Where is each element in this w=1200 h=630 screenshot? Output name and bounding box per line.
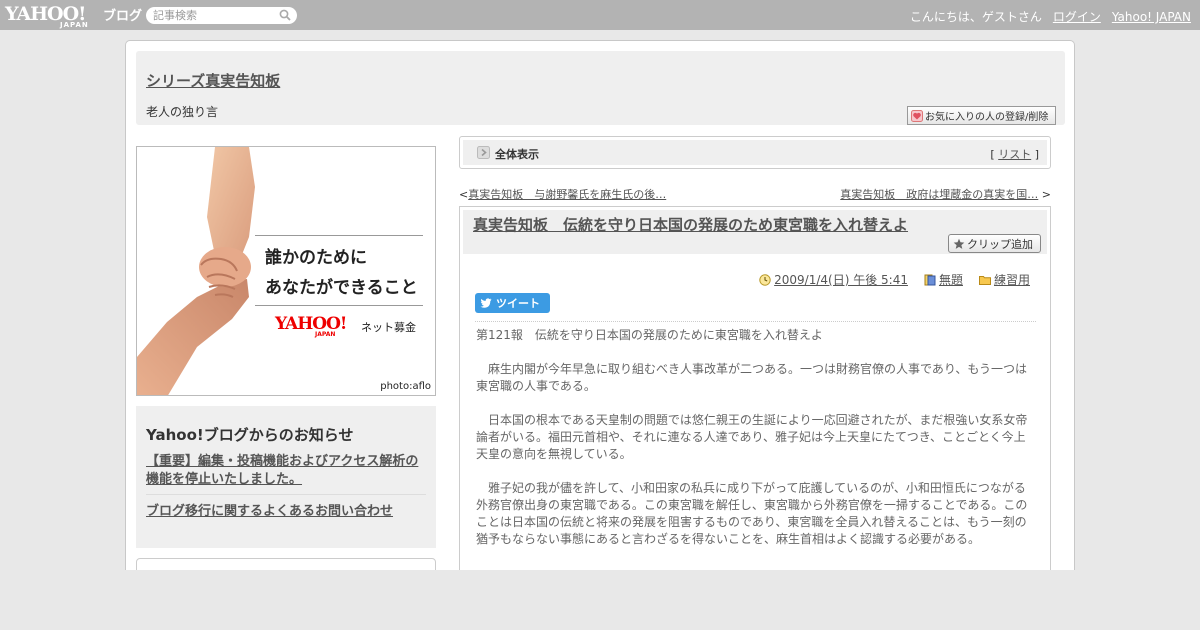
blog-description: 老人の独り言 — [146, 105, 219, 119]
all-view-bar: 全体表示 [ リスト ] — [459, 136, 1051, 169]
ad-yahoo-logo: YAHOO! — [275, 314, 347, 334]
article-date-link[interactable]: 2009/1/4(日) 午後 5:41 — [774, 271, 908, 288]
notice-link-important[interactable]: 【重要】編集・投稿機能およびアクセス解析の機能を停止いたしました。 — [146, 453, 431, 489]
tweet-button[interactable]: ツイート — [475, 293, 550, 313]
ad-donation-text: ネット募金 — [361, 321, 416, 334]
logo-sub-text: JAPAN — [60, 21, 89, 29]
next-article-link[interactable]: 真実告知板 政府は埋蔵金の真実を国… — [840, 188, 1038, 201]
clip-add-button[interactable]: クリップ追加 — [948, 234, 1041, 253]
twitter-bird-icon — [480, 298, 492, 308]
ad-text-line2: あなたができること — [265, 278, 418, 298]
prev-article: <真実告知板 与謝野馨氏を麻生氏の後… — [459, 186, 666, 202]
article-paragraph: 第121報 伝統を守り日本国の発展のために東宮職を入れ替えよ — [476, 328, 823, 342]
search-icon[interactable] — [279, 9, 291, 21]
article-meta: 2009/1/4(日) 午後 5:41 無題 練習用 — [759, 271, 1030, 288]
article-header: 真実告知板 伝統を守り日本国の発展のため東宮職を入れ替えよ クリップ追加 — [463, 210, 1047, 254]
logo-blog-text: ブログ — [103, 9, 143, 24]
blog-container: シリーズ真実告知板 老人の独り言 お気に入りの人の登録/削除 誰かのために あな… — [125, 40, 1075, 598]
book-icon — [924, 274, 936, 285]
tweet-label: ツイート — [496, 297, 540, 310]
ad-divider — [255, 235, 423, 236]
blog-title[interactable]: シリーズ真実告知板 — [146, 70, 280, 91]
clip-add-label: クリップ追加 — [967, 237, 1033, 251]
favorite-register-button[interactable]: お気に入りの人の登録/削除 — [907, 106, 1056, 125]
notice-link-faq[interactable]: ブログ移行に関するよくあるお問い合わせ — [146, 500, 393, 519]
article-entry: 真実告知板 伝統を守り日本国の発展のため東宮職を入れ替えよ クリップ追加 200… — [459, 206, 1051, 576]
article-divider — [475, 321, 1036, 322]
next-article: 真実告知板 政府は埋蔵金の真実を国… > — [840, 186, 1051, 202]
article-paragraph: 雅子妃の我が儘を許して、小和田家の私兵に成り下がって庇護しているのが、小和田恒氏… — [476, 481, 1028, 546]
clock-icon — [759, 273, 771, 286]
greeting-text: こんにちは、ゲストさん — [909, 10, 1042, 24]
article-paragraph: 日本国の根本である天皇制の問題では悠仁親王の生誕により一応回避されたが、まだ根強… — [476, 413, 1028, 461]
favorite-register-label: お気に入りの人の登録/削除 — [925, 112, 1049, 123]
arrow-right-icon — [477, 146, 490, 159]
prev-article-link[interactable]: 真実告知板 与謝野馨氏を麻生氏の後… — [468, 188, 666, 201]
next-arrow: > — [1041, 188, 1051, 201]
heart-icon — [911, 109, 923, 122]
article-folder-link[interactable]: 練習用 — [994, 271, 1030, 288]
login-link[interactable]: ログイン — [1053, 10, 1101, 24]
charity-ad-banner[interactable]: 誰かのために あなたができること YAHOO! JAPAN ネット募金 phot… — [136, 146, 436, 396]
ad-yahoo-logo-sub: JAPAN — [315, 331, 336, 338]
notice-box: Yahoo!ブログからのお知らせ 【重要】編集・投稿機能およびアクセス解析の機能… — [136, 406, 436, 548]
top-bar: YAHOO! JAPAN ブログ こんにちは、ゲストさんログインYahoo! J… — [0, 0, 1200, 30]
notice-divider — [146, 494, 426, 495]
blog-header: シリーズ真実告知板 老人の独り言 お気に入りの人の登録/削除 — [136, 51, 1065, 125]
list-bracket-close: ] — [1034, 148, 1039, 161]
list-bracket-open: [ — [990, 148, 995, 161]
page-footer-band — [0, 570, 1200, 630]
user-menu: こんにちは、ゲストさん ログイン Yahoo! JAPAN — [899, 8, 1191, 25]
list-link-group: [ リスト ] — [990, 146, 1039, 162]
notice-title: Yahoo!ブログからのお知らせ — [146, 426, 354, 444]
star-icon — [953, 238, 965, 249]
all-view-inner: 全体表示 [ リスト ] — [463, 140, 1047, 165]
all-view-label: 全体表示 — [495, 148, 539, 161]
article-paragraph: 麻生内閣が今年早急に取り組むべき人事改革が二つある。一つは財務官僚の人事であり、… — [476, 362, 1028, 393]
ad-photo-credit: photo:aflo — [380, 381, 431, 392]
prev-arrow: < — [459, 188, 469, 201]
search-input[interactable] — [146, 7, 297, 24]
article-category-link[interactable]: 無題 — [939, 271, 963, 288]
yahoo-japan-link[interactable]: Yahoo! JAPAN — [1112, 10, 1191, 24]
list-link[interactable]: リスト — [998, 148, 1031, 161]
handshake-image — [137, 147, 255, 395]
article-title[interactable]: 真実告知板 伝統を守り日本国の発展のため東宮職を入れ替えよ — [473, 214, 908, 235]
folder-icon — [978, 275, 991, 285]
ad-text-line1: 誰かのために — [265, 248, 367, 268]
ad-divider — [255, 305, 423, 306]
article-body: 第121報 伝統を守り日本国の発展のために東宮職を入れ替えよ 麻生内閣が今年早急… — [476, 327, 1034, 565]
